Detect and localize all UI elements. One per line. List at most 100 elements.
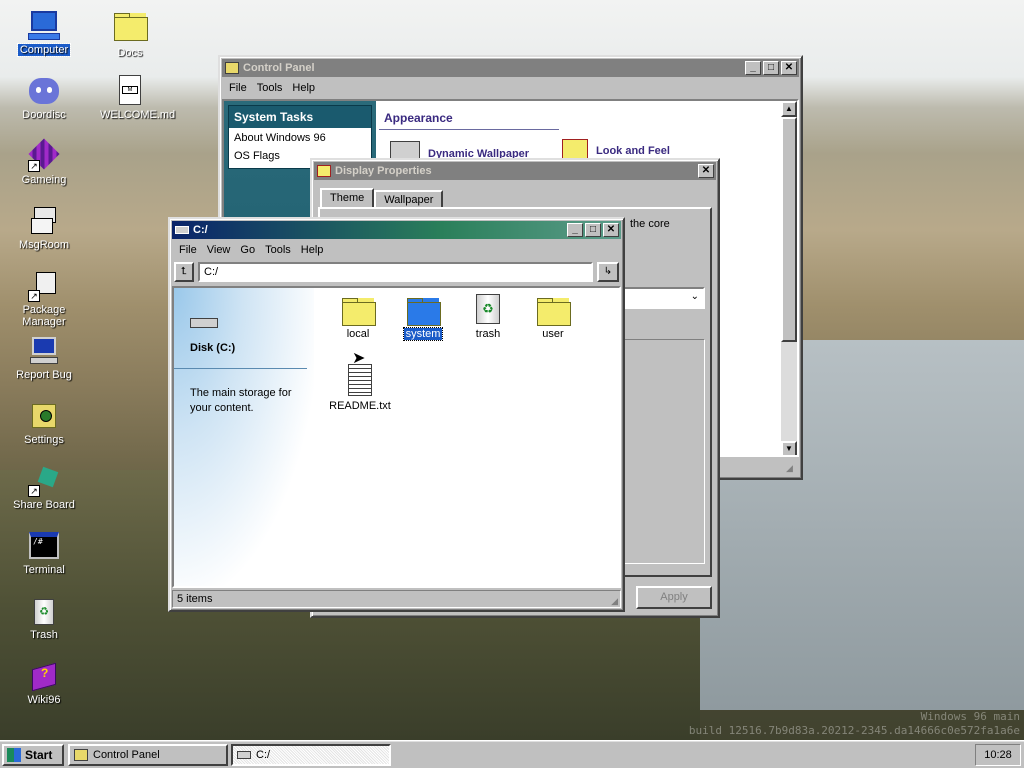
apply-button[interactable]: Apply [636,586,712,609]
shareboard-icon: ↗ [28,465,60,497]
disk-icon [190,318,218,328]
menu-tools[interactable]: Tools [252,82,288,94]
go-arrow-icon[interactable]: ↳ [597,262,619,282]
desktop-icon-docs[interactable]: Docs [95,10,165,59]
menu-help[interactable]: Help [287,82,320,94]
display-tabs: Theme Wallpaper [320,188,444,208]
control-panel-icon [74,749,88,761]
file-item-local[interactable]: local [334,296,382,340]
start-logo-icon [7,748,21,762]
maximize-button[interactable]: □ [585,223,601,237]
taskbar-item-control-panel[interactable]: Control Panel [68,744,228,766]
scroll-down-button[interactable]: ▼ [781,441,797,455]
text-file-icon [348,364,372,396]
start-button[interactable]: Start [2,744,64,766]
menu-tools[interactable]: Tools [260,244,296,256]
details-divider [174,368,307,369]
file-item-readme[interactable]: README.txt [326,364,394,412]
vertical-scrollbar[interactable]: ▲ ▼ [781,101,797,455]
system-folder-icon [407,298,441,326]
taskbar-item-explorer[interactable]: C:/ [231,744,391,766]
display-properties-titlebar[interactable]: Display Properties ✕ [314,162,716,180]
scroll-thumb[interactable] [781,117,797,342]
desktop-icon-wiki96[interactable]: ? Wiki96 [9,660,79,706]
theme-preview [620,339,705,564]
desktop-icon-gameing[interactable]: ↗ Gameing [9,138,79,186]
task-about[interactable]: About Windows 96 [229,128,371,148]
system-tasks-header: System Tasks [229,106,371,128]
control-panel-menubar: File Tools Help [220,79,801,97]
control-panel-icon [225,62,239,74]
close-button[interactable]: ✕ [603,223,619,237]
file-item-user[interactable]: user [529,296,577,340]
file-item-trash[interactable]: ♻ trash [464,294,512,340]
game-cube-icon: ↗ [28,138,60,172]
close-button[interactable]: ✕ [781,61,797,75]
explorer-content: Disk (C:) The main storage for your cont… [172,286,621,588]
status-text: 5 items [177,593,213,605]
minimize-button[interactable]: _ [745,61,761,75]
taskbar: Start Control Panel C:/ 10:28 [0,740,1024,768]
folder-icon [537,298,571,326]
resize-grip[interactable]: ◢ [611,596,618,607]
wiki-book-icon: ? [28,660,60,692]
scroll-up-button[interactable]: ▲ [781,101,797,117]
menu-go[interactable]: Go [235,244,260,256]
status-bar: 5 items ◢ [172,590,621,608]
build-watermark: Windows 96 main build 12516.7b9d83a.2021… [688,710,1020,737]
tab-theme[interactable]: Theme [320,188,375,208]
details-pane: Disk (C:) The main storage for your cont… [174,288,314,586]
package-icon: ↗ [28,270,60,302]
folder-icon [342,298,376,326]
resize-grip[interactable]: ◢ [786,463,798,475]
menu-help[interactable]: Help [296,244,329,256]
disk-description: The main storage for your content. [190,387,292,414]
address-bar: ⮤ C:/ ↳ [174,262,619,282]
trash-icon: ♻ [476,294,500,324]
desktop-icon-doordisc[interactable]: Doordisc [9,75,79,121]
desktop-icon-report-bug[interactable]: Report Bug [9,335,79,381]
minimize-button[interactable]: _ [567,223,583,237]
settings-icon [28,400,60,432]
section-title: Appearance [384,111,453,125]
desktop-icon-share-board[interactable]: ↗ Share Board [9,465,79,511]
disk-title: Disk (C:) [190,342,236,354]
folder-icon [114,13,148,45]
file-item-system[interactable]: system [399,296,447,341]
theme-description: the core [630,218,670,230]
theme-select[interactable]: ⌄ [620,287,705,309]
computer-icon [28,10,60,42]
markdown-file-icon: M [114,75,146,107]
control-panel-titlebar[interactable]: Control Panel _ □ ✕ [222,59,799,77]
chevron-down-icon: ⌄ [690,291,699,302]
explorer-menubar: File View Go Tools Help [170,241,623,259]
display-properties-icon [317,165,331,177]
desktop-icon-package-manager[interactable]: ↗ Package Manager [9,270,79,328]
maximize-button[interactable]: □ [763,61,779,75]
desktop-icon-settings[interactable]: Settings [9,400,79,446]
menu-file[interactable]: File [224,82,252,94]
trash-icon: ♻ [28,595,60,627]
desktop-icon-computer[interactable]: Computer [9,10,79,57]
drive-icon [237,751,251,759]
desktop-icon-msgroom[interactable]: MsgRoom [9,205,79,251]
up-arrow-icon[interactable]: ⮤ [174,262,194,282]
msgroom-icon [28,205,60,237]
explorer-titlebar[interactable]: C:/ _ □ ✕ [172,221,621,239]
desktop-icon-trash[interactable]: ♻ Trash [9,595,79,641]
menu-file[interactable]: File [174,244,202,256]
mouse-cursor-icon: ➤ [352,350,366,367]
tab-wallpaper[interactable]: Wallpaper [374,190,444,208]
address-input[interactable]: C:/ [198,262,593,282]
clock: 10:28 [975,744,1021,766]
menu-view[interactable]: View [202,244,236,256]
explorer-window[interactable]: C:/ _ □ ✕ File View Go Tools Help ⮤ C:/ … [168,217,625,612]
desktop-icon-welcome[interactable]: M WELCOME.md [95,75,175,121]
drive-icon [175,226,189,234]
terminal-icon: /# [28,530,60,562]
desktop-icon-terminal[interactable]: /# Terminal [9,530,79,576]
close-button[interactable]: ✕ [698,164,714,178]
bug-report-icon [28,335,60,367]
discord-icon [28,75,60,107]
section-divider [379,129,559,130]
